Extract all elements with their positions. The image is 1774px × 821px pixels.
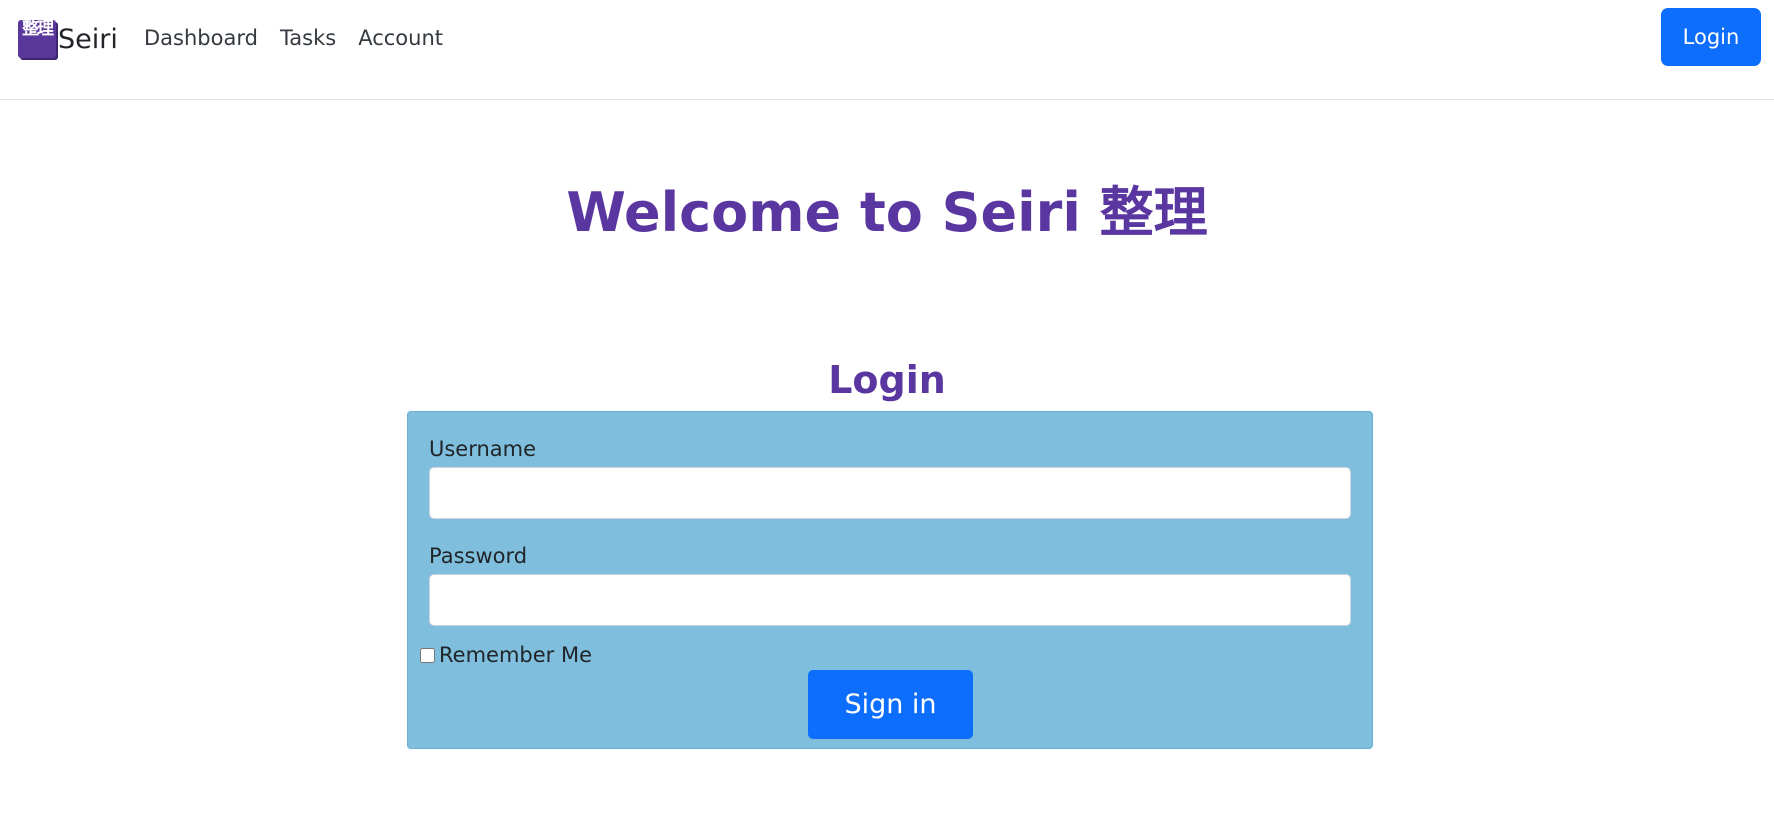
logo-glyph: 整理 [22,20,54,39]
password-label: Password [429,544,528,568]
brand-link[interactable]: 整理 Seiri [18,20,118,58]
nav-links: Dashboard Tasks Account [144,22,443,54]
nav-link-account[interactable]: Account [358,22,443,54]
remember-me: Remember Me [420,641,592,669]
top-navbar: 整理 Seiri Dashboard Tasks Account Login [0,0,1774,100]
username-field[interactable] [429,467,1351,519]
remember-me-label: Remember Me [439,643,592,667]
login-form: Username Password Remember Me Sign in [407,411,1373,749]
remember-me-checkbox[interactable] [420,647,435,663]
navbar-login-button[interactable]: Login [1661,8,1761,66]
login-heading: Login [828,358,946,402]
sign-in-button[interactable]: Sign in [808,670,973,739]
page-title: Welcome to Seiri 整理 [566,181,1208,244]
password-field[interactable] [429,574,1351,626]
username-label: Username [429,437,537,461]
nav-link-dashboard[interactable]: Dashboard [144,22,258,54]
nav-link-tasks[interactable]: Tasks [280,22,336,54]
brand-name: Seiri [58,23,118,55]
seiri-logo-icon: 整理 [18,20,56,58]
